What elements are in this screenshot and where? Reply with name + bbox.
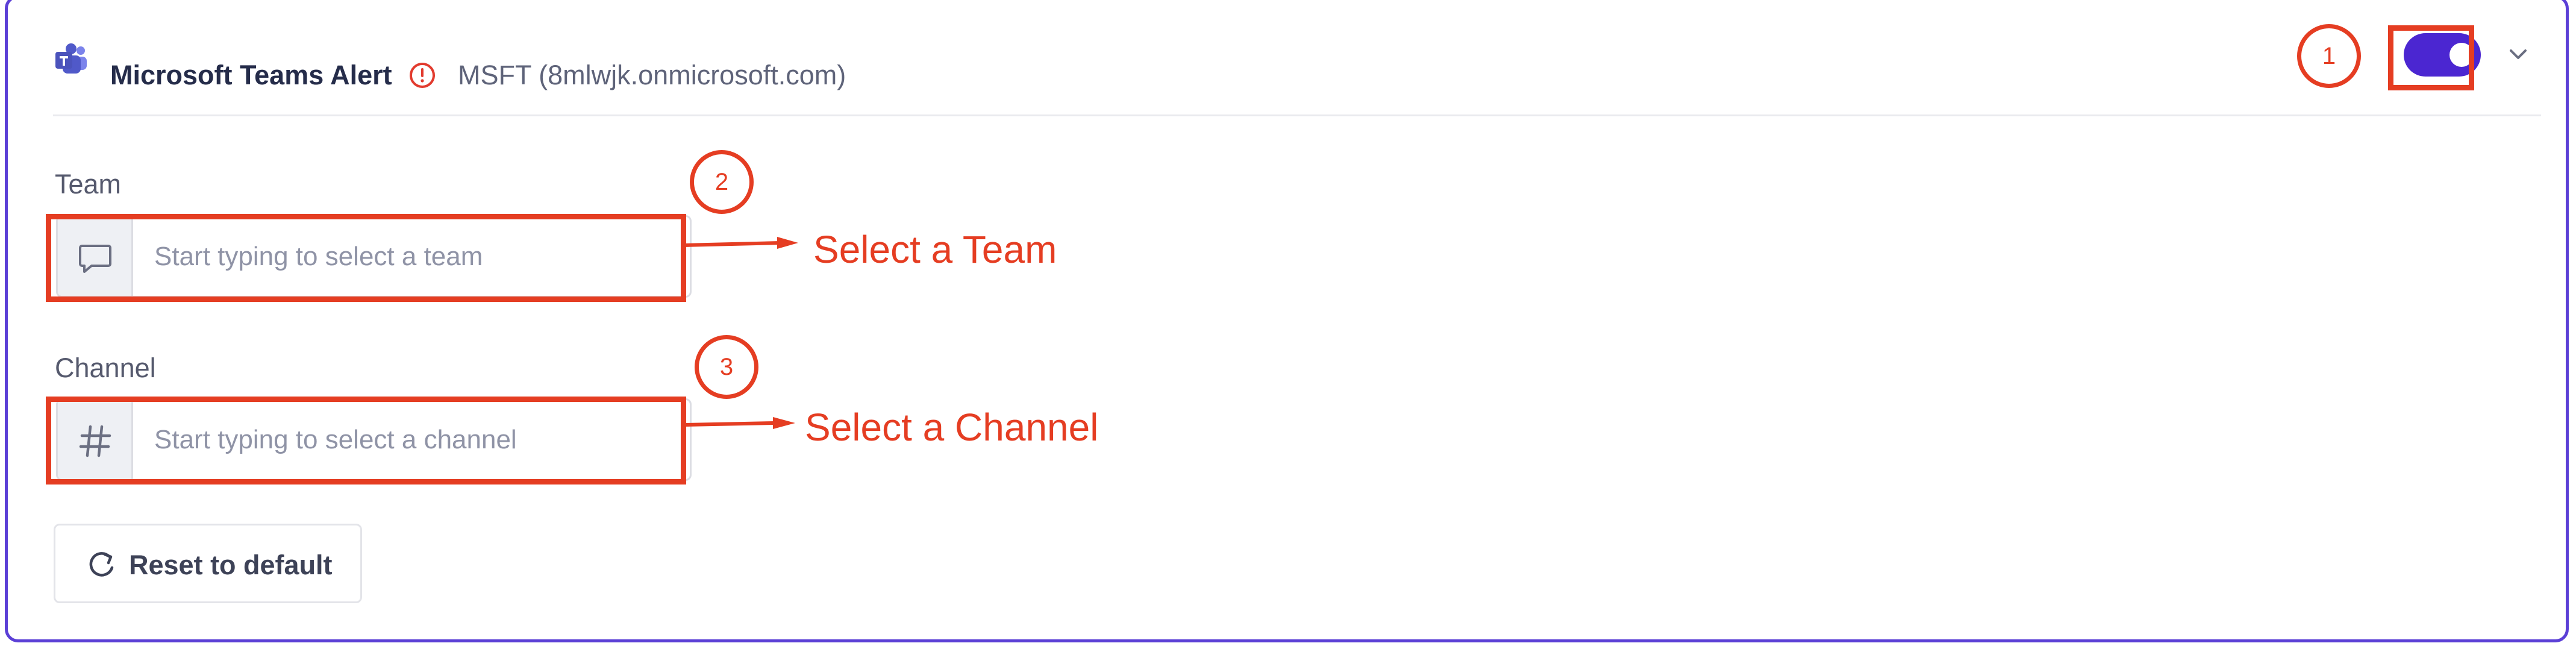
account-name: MSFT (8mlwjk.onmicrosoft.com) <box>458 60 846 90</box>
reset-to-default-button[interactable]: Reset to default <box>54 524 362 603</box>
header-divider <box>53 114 2541 116</box>
annotation-channel-arrow <box>683 417 795 429</box>
alert-header[interactable]: Microsoft Teams Alert MSFT (8mlwjk.onmic… <box>53 22 2541 113</box>
annotation-channel-note: Select a Channel <box>805 406 1099 449</box>
annotation-team-note: Select a Team <box>813 228 1057 271</box>
team-label: Team <box>55 169 122 199</box>
annotation-step-1: 1 <box>2297 24 2361 88</box>
annotation-team-box <box>46 214 686 302</box>
teams-alert-card: Microsoft Teams Alert MSFT (8mlwjk.onmic… <box>5 0 2569 642</box>
refresh-icon <box>89 552 114 577</box>
warning-icon <box>410 63 435 88</box>
channel-label: Channel <box>55 353 156 383</box>
microsoft-teams-icon <box>55 43 87 74</box>
alert-title: Microsoft Teams Alert <box>110 60 392 90</box>
annotation-step-2: 2 <box>690 150 754 214</box>
annotation-channel-box <box>46 397 686 485</box>
annotation-team-arrow <box>683 237 798 249</box>
annotation-step-3: 3 <box>695 335 758 399</box>
reset-label: Reset to default <box>129 550 333 580</box>
annotation-toggle-box <box>2388 25 2474 90</box>
chevron-down-icon[interactable] <box>2503 39 2533 69</box>
